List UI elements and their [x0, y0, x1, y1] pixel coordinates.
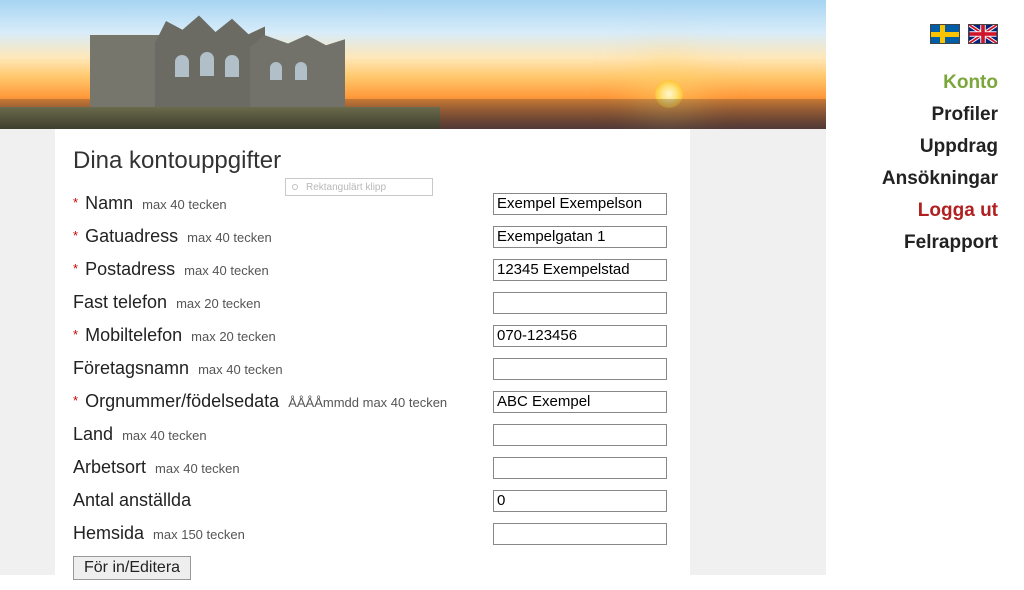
label-orgnr: Orgnummer/födelsedata — [85, 391, 279, 411]
label-mobile: Mobiltelefon — [85, 325, 182, 345]
sidebar: Konto Profiler Uppdrag Ansökningar Logga… — [826, 0, 1024, 575]
input-orgnr[interactable] — [493, 391, 667, 413]
hint-phone: max 20 tecken — [176, 296, 261, 311]
label-name: Namn — [85, 193, 133, 213]
page-title: Dina kontouppgifter — [73, 147, 672, 175]
input-name[interactable] — [493, 193, 667, 215]
nav-konto[interactable]: Konto — [943, 72, 998, 94]
label-country: Land — [73, 424, 113, 444]
nav-logga-ut[interactable]: Logga ut — [918, 200, 998, 222]
label-company: Företagsnamn — [73, 358, 189, 378]
hint-postal: max 40 tecken — [184, 263, 269, 278]
required-marker: * — [73, 195, 78, 210]
required-marker: * — [73, 261, 78, 276]
account-form-panel: Dina kontouppgifter * Namn max 40 tecken… — [55, 129, 690, 590]
input-website[interactable] — [493, 523, 667, 545]
label-postal: Postadress — [85, 259, 175, 279]
hint-name: max 40 tecken — [142, 197, 227, 212]
hint-orgnr: ÅÅÅÅmmdd max 40 tecken — [288, 395, 447, 410]
label-employees: Antal anställda — [73, 490, 191, 510]
input-country[interactable] — [493, 424, 667, 446]
input-phone[interactable] — [493, 292, 667, 314]
hint-website: max 150 tecken — [153, 527, 245, 542]
hint-mobile: max 20 tecken — [191, 329, 276, 344]
nav-uppdrag[interactable]: Uppdrag — [920, 136, 998, 158]
snip-label: Rektangulärt klipp — [306, 182, 386, 193]
uk-flag-icon[interactable] — [968, 24, 998, 44]
label-workplace: Arbetsort — [73, 457, 146, 477]
input-postal[interactable] — [493, 259, 667, 281]
label-phone: Fast telefon — [73, 292, 167, 312]
input-company[interactable] — [493, 358, 667, 380]
hint-country: max 40 tecken — [122, 428, 207, 443]
snipping-tool-overlay: Rektangulärt klipp — [285, 178, 433, 196]
input-workplace[interactable] — [493, 457, 667, 479]
required-marker: * — [73, 393, 78, 408]
required-marker: * — [73, 327, 78, 342]
swedish-flag-icon[interactable] — [930, 24, 960, 44]
nav-felrapport[interactable]: Felrapport — [904, 232, 998, 254]
hint-company: max 40 tecken — [198, 362, 283, 377]
nav-ansokningar[interactable]: Ansökningar — [882, 168, 998, 190]
required-marker: * — [73, 228, 78, 243]
hero-banner — [0, 0, 826, 129]
label-website: Hemsida — [73, 523, 144, 543]
hint-workplace: max 40 tecken — [155, 461, 240, 476]
nav-profiler[interactable]: Profiler — [931, 104, 998, 126]
hint-street: max 40 tecken — [187, 230, 272, 245]
input-street[interactable] — [493, 226, 667, 248]
input-mobile[interactable] — [493, 325, 667, 347]
submit-button[interactable]: För in/Editera — [73, 556, 191, 580]
label-street: Gatuadress — [85, 226, 178, 246]
input-employees[interactable] — [493, 490, 667, 512]
